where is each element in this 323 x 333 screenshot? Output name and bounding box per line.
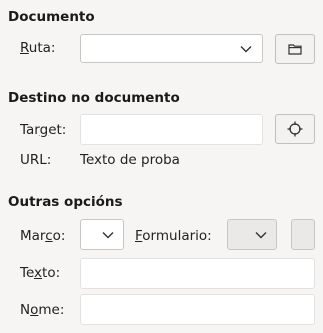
target-picker-button[interactable] <box>275 114 315 144</box>
formulario-label: Formulario: <box>135 227 212 245</box>
target-label-post: et: <box>48 122 67 138</box>
texto-label-pre: Te <box>20 265 35 281</box>
browse-button[interactable] <box>275 34 315 64</box>
nome-label-post: me: <box>38 302 65 318</box>
ruta-combobox[interactable] <box>80 34 263 63</box>
texto-label-post: to: <box>42 265 61 281</box>
chevron-down-icon <box>255 231 267 238</box>
url-value: Texto de proba <box>80 152 180 168</box>
nome-label-pre: N <box>20 302 31 318</box>
ruta-label-post: uta: <box>28 40 56 56</box>
ruta-label-mnemonic: R <box>20 40 29 56</box>
texto-input[interactable] <box>80 258 315 289</box>
ruta-label: Ruta: <box>20 39 55 57</box>
nome-label: Nome: <box>20 301 64 319</box>
crosshair-icon <box>287 121 303 137</box>
target-input[interactable] <box>80 114 263 145</box>
target-label-mnemonic: g <box>39 122 49 138</box>
marco-combobox[interactable] <box>80 219 124 250</box>
chevron-down-icon <box>240 45 252 52</box>
formulario-extra-button[interactable] <box>291 219 315 250</box>
texto-label: Texto: <box>20 264 60 282</box>
marco-label: Marco: <box>20 227 65 245</box>
formulario-combobox[interactable] <box>227 219 277 250</box>
formulario-label-post: ormulario: <box>142 228 212 244</box>
chevron-down-icon <box>102 231 114 238</box>
texto-label-mnemonic: x <box>34 265 43 281</box>
url-label: URL: <box>20 152 52 168</box>
folder-icon <box>288 44 302 55</box>
marco-label-pre: Mar <box>20 228 46 244</box>
nome-input[interactable] <box>80 294 315 325</box>
section-title-documento: Documento <box>8 9 95 25</box>
section-title-destino: Destino no documento <box>8 90 180 106</box>
marco-label-post: o: <box>52 228 66 244</box>
section-title-outras-opcions: Outras opcións <box>8 194 123 210</box>
target-label-pre: Tar <box>20 122 40 138</box>
target-label: Target: <box>20 121 66 139</box>
marco-label-mnemonic: c <box>45 228 53 244</box>
